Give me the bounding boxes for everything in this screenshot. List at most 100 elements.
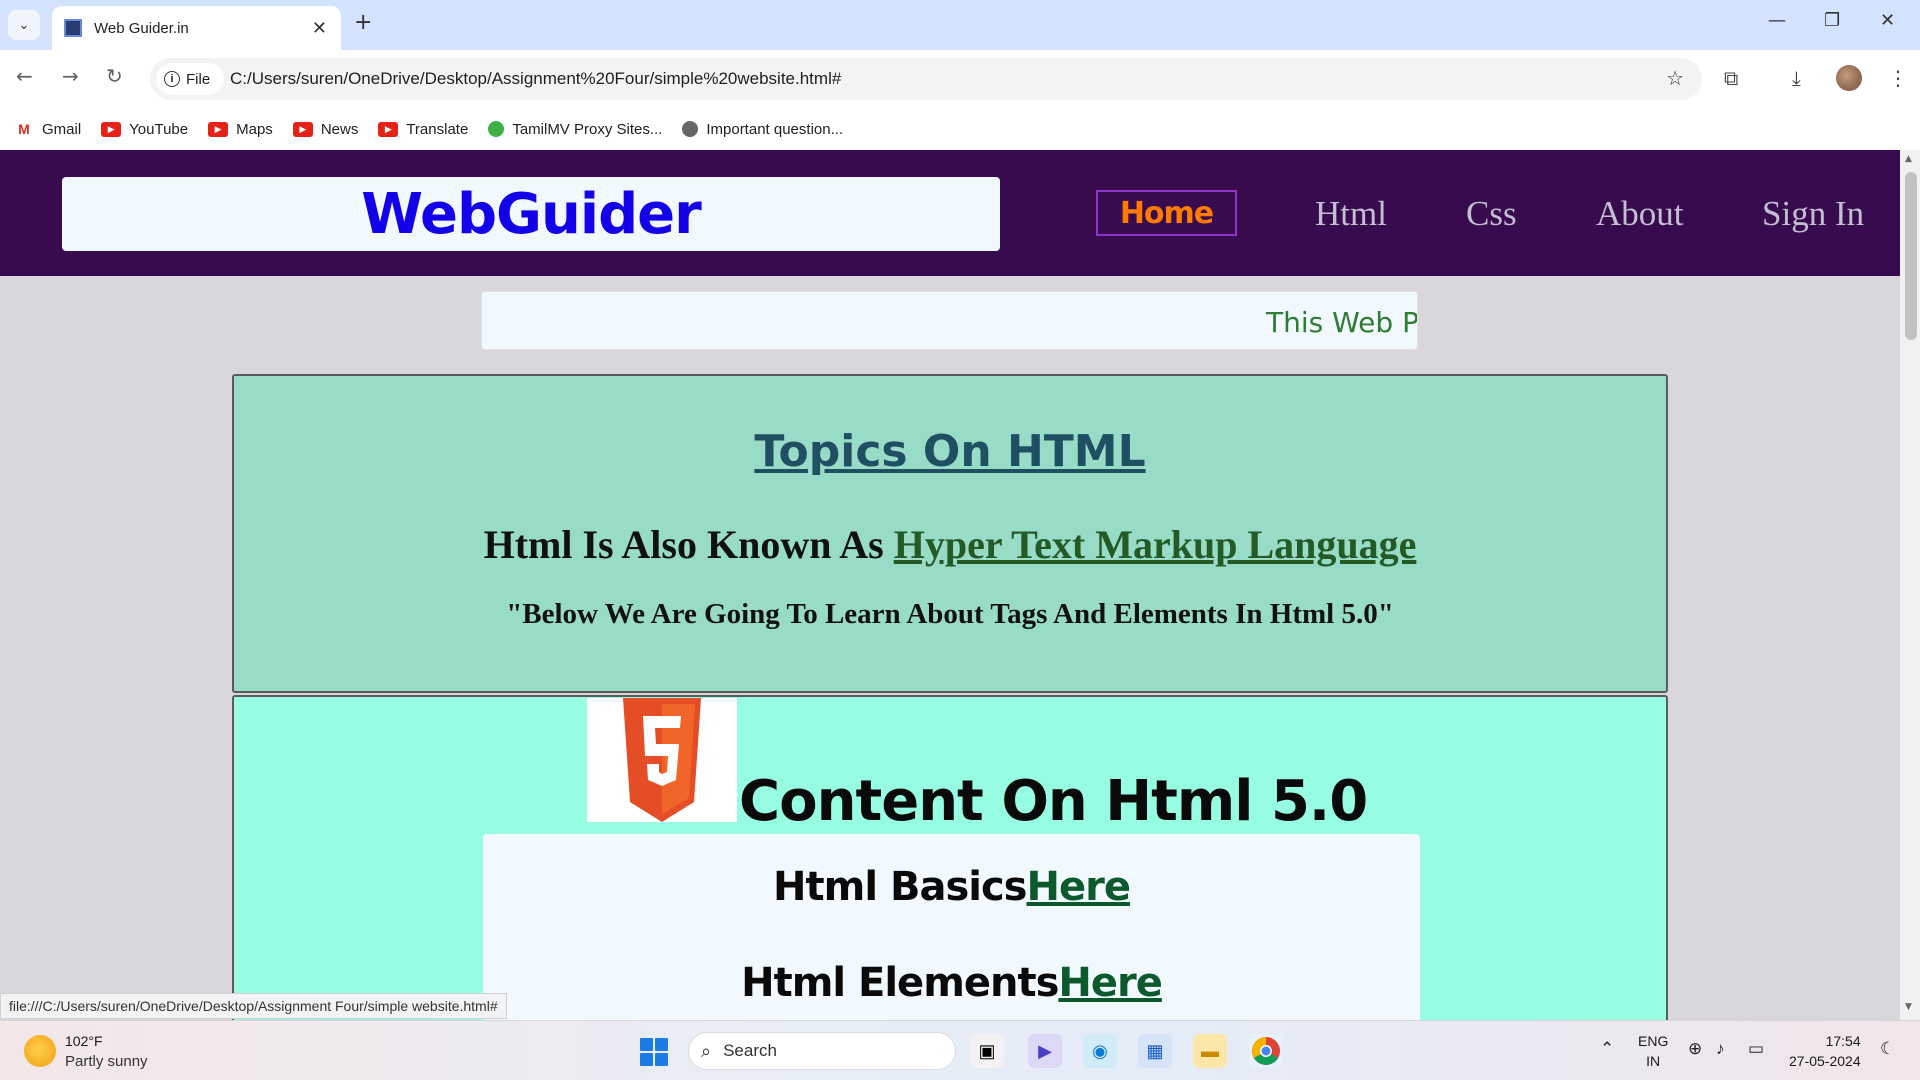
bookmark-youtube[interactable]: ▶ YouTube [101,121,188,138]
language-indicator[interactable]: ENG IN [1638,1031,1668,1071]
youtube-icon: ▶ [101,121,122,137]
clock[interactable]: 17:54 27-05-2024 [1789,1031,1861,1071]
task-view-icon[interactable]: ▣ [970,1034,1004,1068]
content-item-label: Html Basics [773,864,1027,910]
address-bar[interactable]: i File C:/Users/suren/OneDrive/Desktop/A… [150,58,1702,100]
notification-icon[interactable]: ☾ [1880,1039,1895,1059]
close-window-icon[interactable]: ✕ [1880,10,1895,31]
bookmark-label: Translate [406,120,469,138]
bookmarks-bar: M Gmail ▶ YouTube ▶ Maps ▶ News ▶ Translate T… [0,108,1920,150]
file-explorer-icon[interactable]: ▬ [1193,1034,1227,1068]
meet-icon[interactable]: ▶ [1028,1034,1062,1068]
topics-sub-prefix: Html Is Also Known As [483,522,894,567]
chevron-up-icon[interactable]: ⌃ [1600,1039,1614,1059]
content-item-label: Html Elements [741,960,1059,1006]
html5-shield-icon [623,698,701,822]
favicon-icon [64,19,82,37]
content-item-html-elements: Html ElementsHere [483,960,1420,1006]
back-icon[interactable]: ← [16,64,33,88]
marquee-box: This Web Pa [481,291,1418,350]
content-item-html-basics: Html BasicsHere [483,864,1420,910]
edge-icon[interactable]: ◉ [1083,1034,1117,1068]
bookmark-label: YouTube [129,120,189,138]
content-list-box: Html BasicsHere Html ElementsHere [483,834,1420,1020]
globe-icon [682,121,699,137]
tab-search-button[interactable]: ⌄ [8,10,40,40]
nav-home[interactable]: Home [1096,190,1237,236]
page-scrollbar[interactable]: ▲ ▼ [1900,150,1920,1020]
nav-css[interactable]: Css [1466,194,1517,234]
scrollbar-thumb[interactable] [1905,172,1917,340]
search-icon: ⌕ [701,1040,712,1061]
youtube-icon: ▶ [208,121,229,137]
nav-sign-in[interactable]: Sign In [1762,194,1864,234]
topics-title[interactable]: Topics On HTML [234,426,1666,477]
site-logo[interactable]: WebGuider [361,182,702,247]
profile-avatar[interactable] [1836,65,1862,91]
html5-logo-image [587,698,737,822]
bookmark-label: Important question... [706,120,844,138]
site-info-label: File [186,70,211,88]
bookmark-label: Maps [236,120,273,138]
bookmark-label: TamilMV Proxy Sites... [512,120,663,138]
scroll-down-icon[interactable]: ▼ [1905,1002,1912,1012]
reload-icon[interactable]: ↻ [106,64,123,88]
network-icon[interactable]: ⊕ [1688,1039,1702,1059]
download-icon[interactable]: ⤓ [1792,66,1801,90]
nav-about[interactable]: About [1596,194,1684,234]
browser-tab[interactable]: Web Guider.in ✕ [52,6,341,50]
html-elements-link[interactable]: Here [1058,960,1162,1006]
scroll-up-icon[interactable]: ▲ [1905,154,1912,164]
site-info-chip[interactable]: i File [156,63,224,95]
bookmark-gmail[interactable]: M Gmail [14,121,81,138]
marquee-text: This Web Pa [1266,306,1418,339]
gmail-icon: M [14,121,34,137]
menu-icon[interactable]: ⋮ [1888,66,1908,90]
bookmark-label: News [320,120,359,138]
start-button[interactable] [640,1038,668,1066]
bookmark-star-icon[interactable]: ☆ [1666,66,1684,90]
extensions-icon[interactable]: ⧉ [1724,66,1738,90]
bookmark-news[interactable]: ▶ News [292,120,359,138]
html-basics-link[interactable]: Here [1026,864,1130,910]
taskbar: 102°F Partly sunny ⌕ Search ▣ ▶ ◉ ▦ ▬ ⌃ … [0,1020,1920,1080]
minimize-icon[interactable]: — [1768,10,1786,31]
page-viewport: WebGuider Home Html Css About Sign In Th… [0,150,1900,1020]
bookmark-tamilmv[interactable]: TamilMV Proxy Sites... [488,121,662,138]
weather-temp[interactable]: 102°F [65,1033,103,1049]
weather-desc[interactable]: Partly sunny [65,1053,148,1070]
youtube-icon: ▶ [292,121,313,137]
site-header: WebGuider Home Html Css About Sign In [0,150,1900,276]
clock-date: 27-05-2024 [1789,1053,1861,1069]
chrome-icon[interactable] [1249,1034,1283,1068]
volume-icon[interactable]: ♪ [1716,1039,1725,1059]
new-tab-icon[interactable]: + [354,10,372,35]
search-label: Search [723,1041,777,1060]
tab-strip: ⌄ Web Guider.in ✕ + — ❐ ✕ [0,0,1920,50]
content-title: Content On Html 5.0 [739,769,1368,834]
topics-section: Topics On HTML Html Is Also Known As Hyp… [232,374,1668,693]
youtube-icon: ▶ [378,121,399,137]
bookmark-important-question[interactable]: Important question... [682,121,843,138]
taskbar-search[interactable]: ⌕ Search [688,1032,956,1070]
forward-icon[interactable]: → [62,64,79,88]
close-tab-icon[interactable]: ✕ [312,18,327,39]
clock-time: 17:54 [1825,1033,1861,1049]
lang-line2: IN [1646,1053,1661,1069]
bookmark-translate[interactable]: ▶ Translate [378,121,468,138]
lang-line1: ENG [1638,1033,1669,1049]
restore-icon[interactable]: ❐ [1824,10,1840,31]
bookmark-maps[interactable]: ▶ Maps [208,121,273,138]
nav-html[interactable]: Html [1315,194,1387,234]
hyper-text-link[interactable]: Hyper Text Markup Language [894,522,1417,567]
link-status-bubble: file:///C:/Users/suren/OneDrive/Desktop/… [0,993,507,1019]
url-text[interactable]: C:/Users/suren/OneDrive/Desktop/Assignme… [230,69,841,89]
topics-quote: "Below We Are Going To Learn About Tags … [506,598,1394,630]
weather-icon[interactable] [24,1035,56,1067]
browser-toolbar: ← → ↻ i File C:/Users/suren/OneDrive/Des… [0,50,1920,108]
topics-subtitle: Html Is Also Known As Hyper Text Markup … [234,521,1666,568]
store-icon[interactable]: ▦ [1138,1034,1172,1068]
content-section: Content On Html 5.0 Html BasicsHere Html… [232,695,1668,1020]
tab-title: Web Guider.in [94,19,189,37]
battery-icon[interactable]: ▭ [1748,1039,1764,1059]
